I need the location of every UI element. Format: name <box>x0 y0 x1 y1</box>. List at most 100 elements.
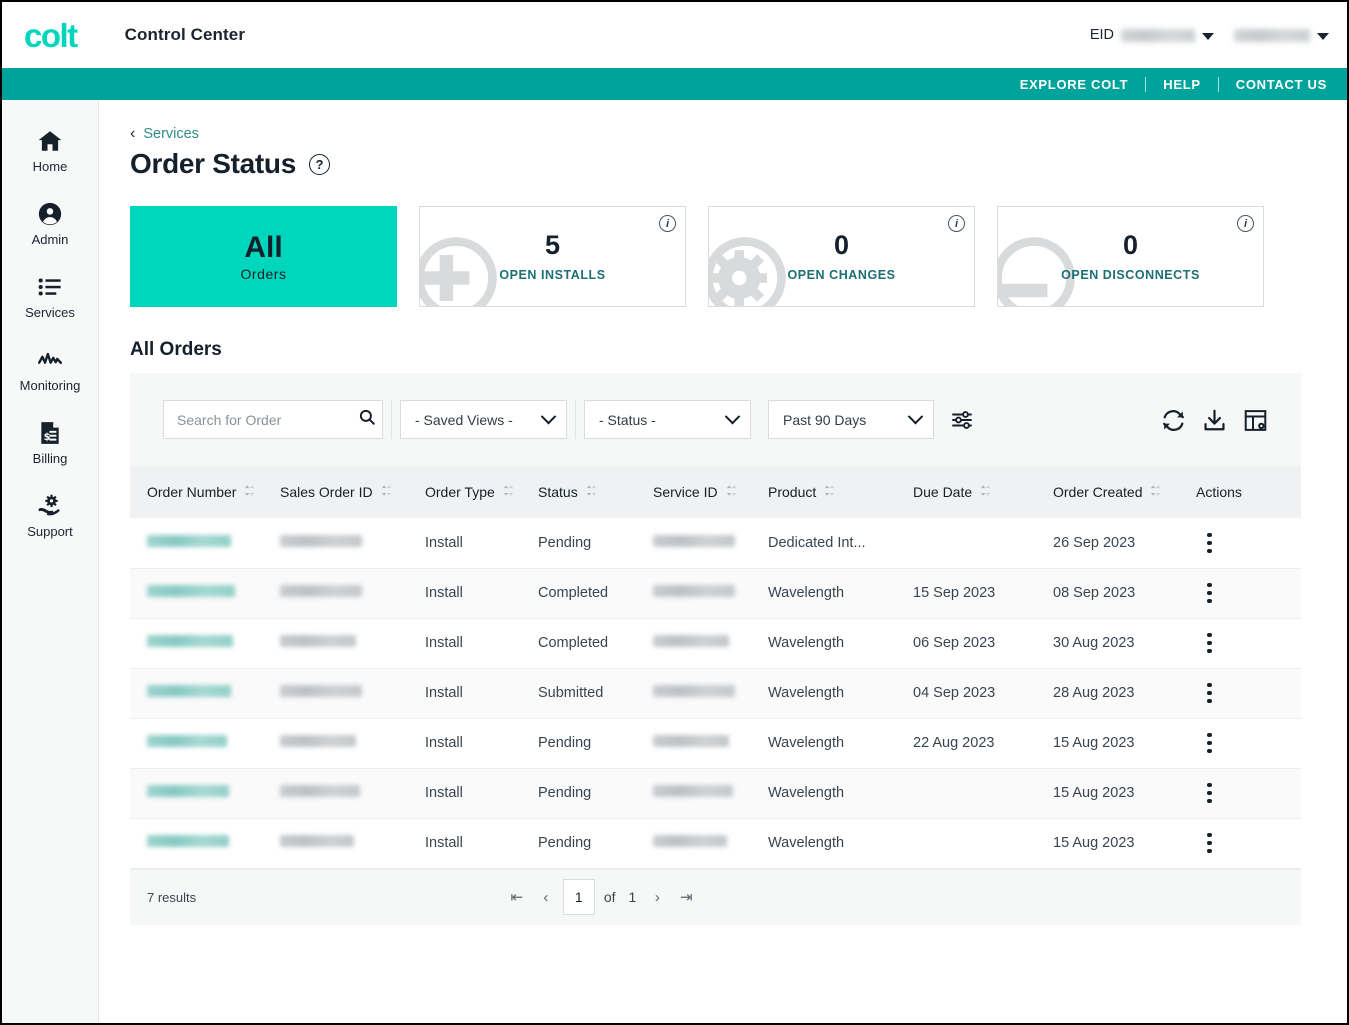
search-icon[interactable] <box>358 408 376 431</box>
pagination: ⇤ ‹ 1 of 1 › ⇥ <box>505 879 698 915</box>
row-actions-menu-icon[interactable] <box>1196 532 1301 553</box>
table-row[interactable]: Install Pending Wavelength 22 Aug 2023 15 Au… <box>130 718 1301 769</box>
table-row[interactable]: Install Submitted Wavelength 04 Sep 2023 28 … <box>130 668 1301 719</box>
breadcrumb[interactable]: ‹ Services <box>130 126 1300 143</box>
cell-order-number[interactable] <box>130 618 280 669</box>
sort-icon[interactable] <box>979 484 992 500</box>
nav-help[interactable]: HELP <box>1146 77 1217 92</box>
sidebar-item-support[interactable]: Support <box>2 479 98 552</box>
user-name-redacted <box>1234 28 1310 42</box>
col-status[interactable]: Status <box>538 466 653 518</box>
last-page-button[interactable]: ⇥ <box>674 884 698 910</box>
col-sales-order-id[interactable]: Sales Order ID <box>280 466 425 518</box>
eid-selector[interactable]: EID <box>1090 27 1214 43</box>
column-label: Due Date <box>913 483 973 500</box>
row-actions-menu-icon[interactable] <box>1196 782 1301 804</box>
next-page-button[interactable]: › <box>645 884 669 910</box>
card-open-installs[interactable]: i 5 OPEN INSTALLS <box>419 206 686 307</box>
cell-due-date: 04 Sep 2023 <box>913 668 1053 719</box>
sidebar-item-label: Services <box>25 305 75 320</box>
card-open-disconnects[interactable]: i 0 OPEN DISCONNECTS <box>997 206 1264 307</box>
sort-icon[interactable] <box>1149 484 1162 500</box>
cell-product: Wavelength <box>768 818 913 869</box>
card-label: Orders <box>240 266 287 282</box>
cell-due-date <box>913 818 1053 869</box>
row-actions-menu-icon[interactable] <box>1196 682 1301 704</box>
nav-explore-colt[interactable]: EXPLORE COLT <box>1003 77 1146 92</box>
cell-order-number[interactable] <box>130 818 280 869</box>
user-account-menu[interactable] <box>1234 28 1329 42</box>
table-settings-icon[interactable] <box>1243 408 1267 432</box>
refresh-icon[interactable] <box>1161 408 1185 432</box>
cell-order-number[interactable] <box>130 768 280 819</box>
table-row[interactable]: Install Pending Dedicated Int... 26 Sep 202… <box>130 518 1301 569</box>
sort-icon[interactable] <box>585 484 598 500</box>
row-actions-menu-icon[interactable] <box>1196 832 1301 854</box>
cell-product: Dedicated Int... <box>768 518 913 569</box>
table-row[interactable]: Install Completed Wavelength 06 Sep 2023 30 … <box>130 618 1301 669</box>
cell-order-number[interactable] <box>130 668 280 719</box>
row-actions-menu-icon[interactable] <box>1196 632 1301 654</box>
prev-page-button[interactable]: ‹ <box>534 884 558 910</box>
saved-views-select[interactable]: - Saved Views - <box>400 400 567 439</box>
header-right-controls: EID <box>1090 27 1329 43</box>
search-input[interactable] <box>177 411 358 428</box>
sort-icon[interactable] <box>380 484 393 500</box>
column-label: Product <box>768 483 817 500</box>
sidebar-item-billing[interactable]: $ Billing <box>2 406 98 479</box>
download-icon[interactable] <box>1202 408 1226 432</box>
info-icon[interactable]: i <box>948 215 965 232</box>
cell-service-id <box>653 618 768 669</box>
table-row[interactable]: Install Pending Wavelength 15 Aug 2023 <box>130 818 1301 869</box>
sort-icon[interactable] <box>823 484 836 500</box>
results-count: 7 results <box>147 889 197 905</box>
sales-order-id-redacted <box>280 635 356 647</box>
sort-icon[interactable] <box>502 484 515 500</box>
sidebar-item-home[interactable]: Home <box>2 114 98 187</box>
sidebar-item-admin[interactable]: Admin <box>2 187 98 260</box>
col-order-number[interactable]: Order Number <box>130 466 280 518</box>
chevron-down-icon <box>540 408 557 425</box>
cell-order-number[interactable] <box>130 718 280 769</box>
colt-logo[interactable]: colt <box>24 19 78 52</box>
info-icon[interactable]: i <box>659 215 676 232</box>
card-value: 5 <box>544 229 560 260</box>
chevron-down-icon <box>724 408 741 425</box>
sidebar-item-monitoring[interactable]: Monitoring <box>2 333 98 406</box>
filter-sliders-icon[interactable] <box>950 408 974 432</box>
table-row[interactable]: Install Pending Wavelength 15 Aug 2023 <box>130 768 1301 819</box>
table-row[interactable]: Install Completed Wavelength 15 Sep 2023 08 … <box>130 568 1301 619</box>
row-actions-menu-icon[interactable] <box>1196 732 1301 754</box>
cell-actions <box>1196 718 1301 769</box>
status-filter-select[interactable]: - Status - <box>584 400 751 439</box>
nav-contact-us[interactable]: CONTACT US <box>1219 77 1347 92</box>
col-product[interactable]: Product <box>768 466 913 518</box>
sort-icon[interactable] <box>725 484 738 500</box>
col-order-type[interactable]: Order Type <box>425 466 538 518</box>
help-icon[interactable]: ? <box>309 153 330 175</box>
card-all-orders[interactable]: All Orders <box>130 206 397 307</box>
cell-product: Wavelength <box>768 668 913 719</box>
cell-order-number[interactable] <box>130 518 280 569</box>
sidebar-item-services[interactable]: Services <box>2 260 98 333</box>
first-page-button[interactable]: ⇤ <box>505 884 529 910</box>
cell-product: Wavelength <box>768 768 913 819</box>
cell-order-number[interactable] <box>130 568 280 619</box>
order-number-redacted <box>147 585 235 597</box>
search-box[interactable] <box>163 400 383 439</box>
col-order-created[interactable]: Order Created <box>1053 466 1196 518</box>
page-number-input[interactable]: 1 <box>562 879 595 915</box>
col-service-id[interactable]: Service ID <box>653 466 768 518</box>
sort-icon[interactable] <box>243 484 256 500</box>
card-open-changes[interactable]: i 0 OPEN CHANGES <box>708 206 975 307</box>
column-label: Order Type <box>425 483 495 500</box>
date-range-select[interactable]: Past 90 Days <box>768 400 934 439</box>
col-due-date[interactable]: Due Date <box>913 466 1053 518</box>
cell-due-date: 22 Aug 2023 <box>913 718 1053 769</box>
row-actions-menu-icon[interactable] <box>1196 582 1301 604</box>
column-label: Order Created <box>1053 483 1143 500</box>
info-icon[interactable]: i <box>1237 215 1254 232</box>
cell-actions <box>1196 568 1301 619</box>
eid-label: EID <box>1089 27 1114 43</box>
